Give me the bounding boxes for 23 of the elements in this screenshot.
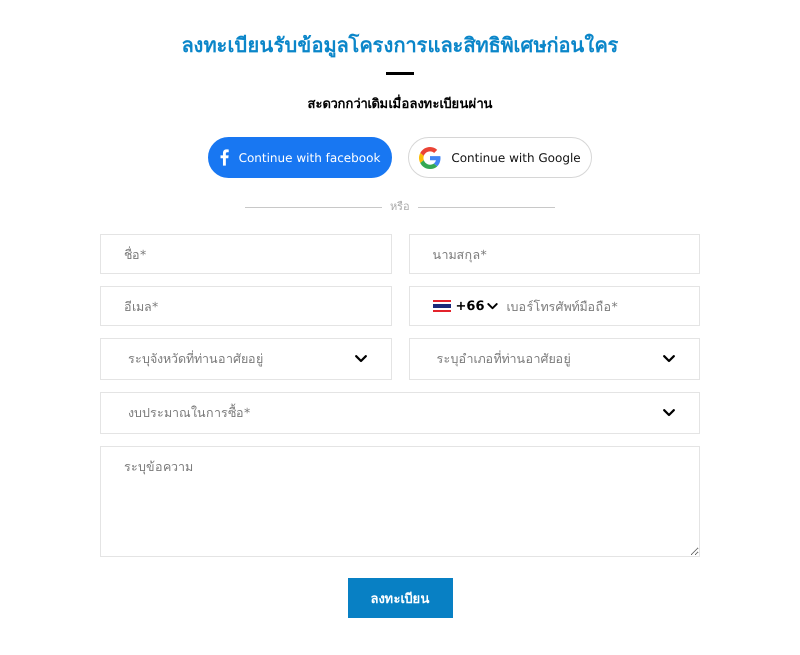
- dropdown[interactable]: ระบุจังหวัดที่ท่านอาศัยอยู่: [100, 338, 392, 380]
- caret-icon: [354, 355, 366, 363]
- dropdown[interactable]: งบประมาณในการซื้อ*: [100, 392, 700, 434]
- message-field[interactable]: ระบุข้อความ: [100, 446, 700, 557]
- input-field[interactable]: อีเมล*: [100, 286, 392, 326]
- register-button[interactable]: ลงทะเบียน: [348, 578, 452, 618]
- social-login-button[interactable]: Continue with Google: [408, 137, 592, 178]
- caret-icon: [663, 409, 675, 417]
- dropdown[interactable]: ระบุอำเภอที่ท่านอาศัยอยู่: [408, 338, 700, 380]
- phone-field[interactable]: +66 เบอร์โทรศัพท์มือถือ*: [408, 286, 700, 326]
- input-field[interactable]: นามสกุล*: [408, 234, 700, 274]
- caret-icon: [487, 302, 498, 310]
- page-title: ลงทะเบียนรับข้อมูลโครงการและสิทธิพิเศษก่อนใคร: [182, 32, 618, 60]
- facebook-f-icon: [220, 149, 229, 166]
- or-label: หรือ: [390, 199, 410, 215]
- accent-bar: [386, 72, 414, 75]
- subtitle: สะดวกกว่าเดิมเมื่อลงทะเบียนผ่าน: [308, 94, 492, 116]
- caret-icon: [663, 355, 675, 363]
- flag-icon: [432, 300, 450, 312]
- social-login-button[interactable]: Continue with facebook: [208, 137, 392, 178]
- google-g-icon: [419, 146, 442, 168]
- input-field[interactable]: ชื่อ*: [100, 234, 392, 274]
- country-code-selector[interactable]: +66: [432, 298, 498, 314]
